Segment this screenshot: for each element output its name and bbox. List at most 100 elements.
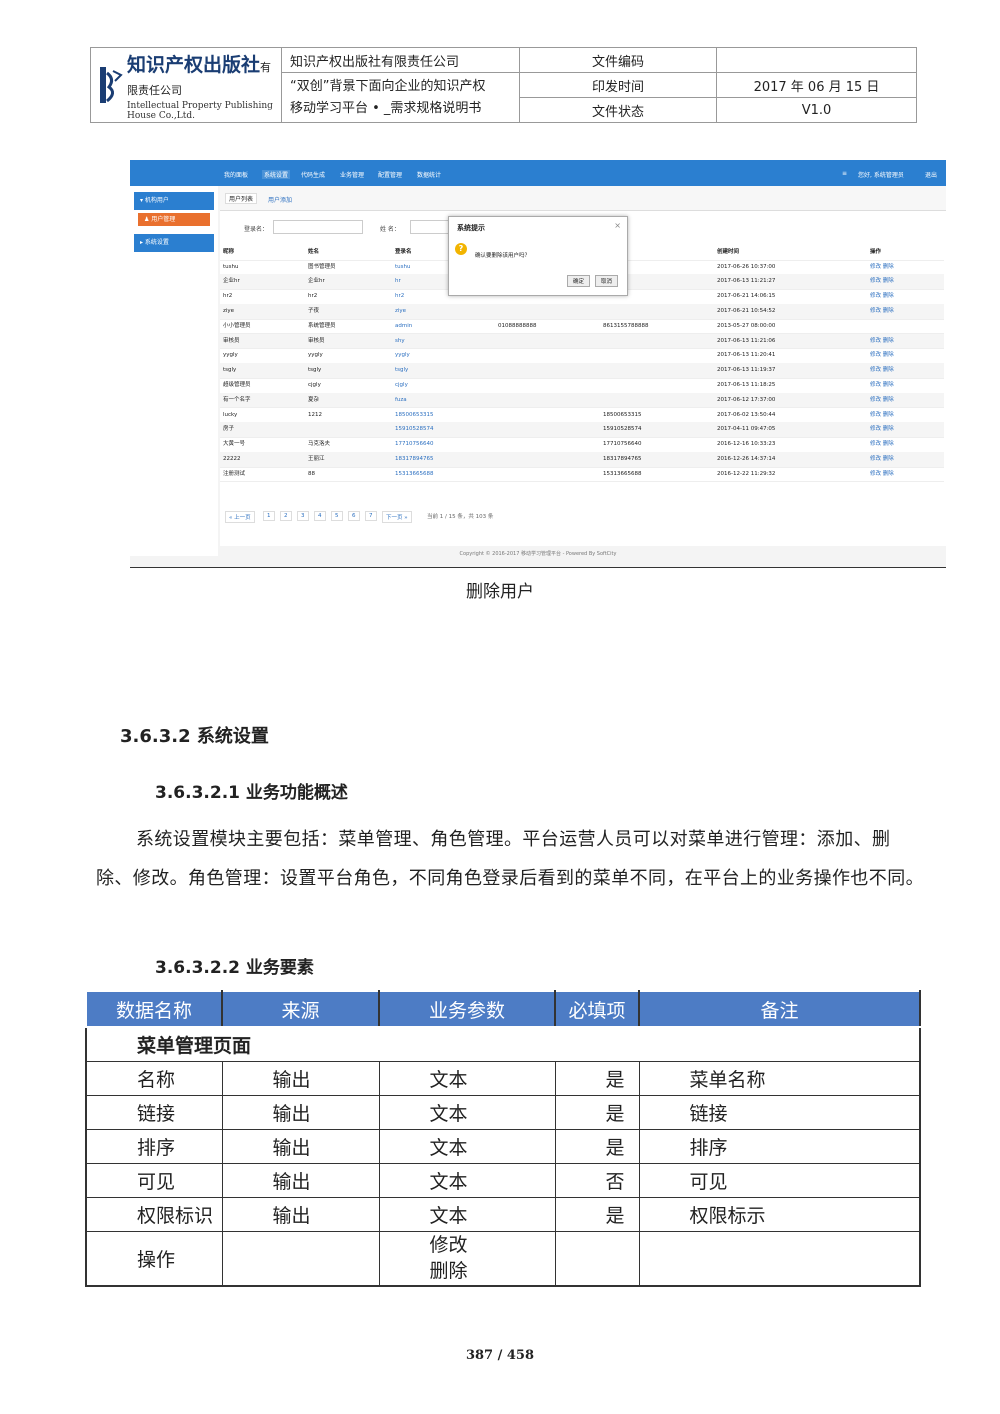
table-cell[interactable]: 18317894765	[395, 452, 434, 466]
table-cell[interactable]: 15313665688	[395, 467, 434, 481]
table-cell: 2013-05-27 08:00:00	[717, 322, 776, 329]
question-icon: ?	[455, 243, 467, 255]
pager-item[interactable]: « 上一页	[225, 511, 255, 523]
pager-item[interactable]: 7	[365, 511, 377, 521]
table-cell[interactable]: hr	[395, 274, 401, 288]
table-cell[interactable]: 18500653315	[395, 408, 434, 422]
label-status: 文件状态	[519, 97, 717, 123]
pager-item[interactable]: 6	[348, 511, 360, 521]
nav-item[interactable]: 代码生成	[301, 170, 325, 179]
body-paragraph: 系统设置模块主要包括：菜单管理、角色管理。平台运营人员可以对菜单进行管理：添加、…	[96, 829, 924, 889]
row-actions[interactable]: 修改 删除	[870, 422, 894, 436]
pager-item[interactable]: 下一页 »	[382, 511, 412, 523]
table-cell[interactable]: tushu	[395, 260, 410, 274]
publisher-logo: 知识产权出版社有限责任公司 Intellectual Property Publ…	[91, 49, 281, 121]
table-row: 可见 输出 文本否可见	[85, 1163, 921, 1198]
row-actions[interactable]: 修改 删除	[870, 378, 894, 392]
nav-item-active[interactable]: 系统设置	[262, 170, 291, 179]
table-cell: 2016-12-22 11:29:32	[717, 470, 776, 477]
filter-login-label: 登录名：	[244, 226, 269, 233]
pager-item[interactable]: 2	[280, 511, 292, 521]
table-cell: 可见	[85, 1163, 223, 1198]
table-cell[interactable]: shy	[395, 334, 405, 348]
nav-item[interactable]: 配置管理	[378, 170, 402, 179]
sidebar-item-org-users[interactable]: ▾ 机构用户	[134, 192, 214, 210]
table-cell[interactable]: 15910528574	[395, 422, 434, 436]
table-cell[interactable]: admin	[395, 319, 412, 333]
table-cell[interactable]: ziye	[395, 304, 406, 318]
business-elements-table: 数据名称 来源 业务参数 必填项 备注 菜单管理页面 名称 输出 文本是菜单名称 链接…	[85, 990, 921, 1287]
tab-user-add[interactable]: 用户添加	[268, 195, 292, 204]
logo-mark-icon	[99, 65, 123, 105]
table-cell: 房子	[223, 426, 235, 433]
row-actions[interactable]: 修改 删除	[870, 304, 894, 318]
table-cell: 是	[554, 1197, 640, 1232]
pager-item[interactable]: 4	[314, 511, 326, 521]
table-cell: lucky	[223, 411, 238, 418]
pager-item[interactable]: 5	[331, 511, 343, 521]
subsection-heading: 3.6.3.2.2 业务要素	[155, 958, 314, 978]
table-cell: 文本	[378, 1095, 556, 1130]
table-row: 有一个名字 夏杂 fuza 2017-06-12 17:37:00 修改 删除	[220, 392, 944, 409]
sidebar-item-system-settings[interactable]: ▸ 系统设置	[134, 234, 214, 252]
row-actions[interactable]: 修改 删除	[870, 363, 894, 377]
confirm-button[interactable]: 确定	[567, 275, 591, 287]
row-actions[interactable]: 修改 删除	[870, 348, 894, 362]
row-actions[interactable]: 修改 删除	[870, 260, 894, 274]
table-cell: 企业hr	[308, 278, 325, 285]
table-cell: 2017-06-26 10:37:00	[717, 263, 776, 270]
table-row: 小小管理员 系统管理员 admin 01088888888 8613155788888 2…	[220, 319, 944, 335]
nav-item[interactable]: 我的面板	[224, 170, 248, 179]
table-cell: 马克洛夫	[308, 441, 331, 448]
row-actions[interactable]: 修改 删除	[870, 452, 894, 466]
row-actions[interactable]: 修改 删除	[870, 437, 894, 451]
logout-link[interactable]: 退出	[925, 170, 937, 179]
table-cell: 2017-06-13 11:21:27	[717, 278, 776, 285]
company-name: 知识产权出版社有限责任公司	[281, 47, 520, 73]
table-cell: 名称	[85, 1061, 223, 1096]
table-cell: 2017-06-13 11:20:41	[717, 352, 776, 359]
table-cell: 2017-06-12 17:37:00	[717, 396, 776, 403]
menu-icon[interactable]: ≡	[842, 170, 847, 177]
cancel-button[interactable]: 取消	[595, 275, 619, 287]
name-input[interactable]	[410, 220, 450, 234]
row-actions[interactable]: 修改 删除	[870, 408, 894, 422]
table-cell[interactable]: fuza	[395, 393, 407, 407]
table-cell: 文本	[378, 1129, 556, 1164]
table-cell: 是	[554, 1095, 640, 1130]
table-cell[interactable]: tsgly	[395, 363, 408, 377]
figure-caption: 删除用户	[466, 582, 534, 602]
table-section: 菜单管理页面	[85, 1026, 921, 1062]
login-name-input[interactable]	[273, 220, 363, 234]
nav-item[interactable]: 业务管理	[340, 170, 364, 179]
sidebar-item-user-management[interactable]: ♟ 用户管理	[138, 213, 210, 226]
table-cell: 审核员	[308, 337, 325, 344]
table-cell[interactable]: cjgly	[395, 378, 408, 392]
close-icon[interactable]: ×	[614, 221, 621, 230]
table-cell[interactable]: 17710756640	[395, 437, 434, 451]
table-cell: 注册测试	[223, 470, 246, 477]
table-cell: 2017-06-13 11:19:37	[717, 367, 776, 374]
nav-item[interactable]: 数据统计	[417, 170, 441, 179]
table-cell: 菜单名称	[638, 1061, 921, 1096]
row-actions[interactable]: 修改 删除	[870, 274, 894, 288]
table-row: 操作 修改 删除	[85, 1231, 921, 1286]
pager-item[interactable]: 3	[297, 511, 309, 521]
table-row: 名称 输出 文本是菜单名称	[85, 1061, 921, 1096]
row-actions[interactable]: 修改 删除	[870, 334, 894, 348]
row-actions[interactable]: 修改 删除	[870, 467, 894, 481]
table-cell: 1212	[308, 411, 322, 418]
row-actions[interactable]: 修改 删除	[870, 289, 894, 303]
table-cell[interactable]: yygly	[395, 348, 410, 362]
table-cell: 2017-06-21 14:06:15	[717, 293, 776, 300]
embedded-screenshot: 我的面板 系统设置 代码生成 业务管理 配置管理 数据统计 ≡ 您好, 系统管理…	[130, 160, 946, 568]
tab-user-list[interactable]: 用户列表	[225, 193, 258, 204]
page-number: 387 / 458	[465, 1348, 535, 1363]
table-row: 权限标识 输出 文本是权限标示	[85, 1197, 921, 1232]
table-row: 大黄一号 马克洛夫 17710756640 17710756640 2016-12-16…	[220, 437, 944, 453]
table-cell: 大黄一号	[223, 441, 246, 448]
table-cell[interactable]: hr2	[395, 289, 404, 303]
row-actions[interactable]: 修改 删除	[870, 393, 894, 407]
pager-item[interactable]: 1	[263, 511, 275, 521]
table-cell: hr2	[308, 293, 318, 300]
